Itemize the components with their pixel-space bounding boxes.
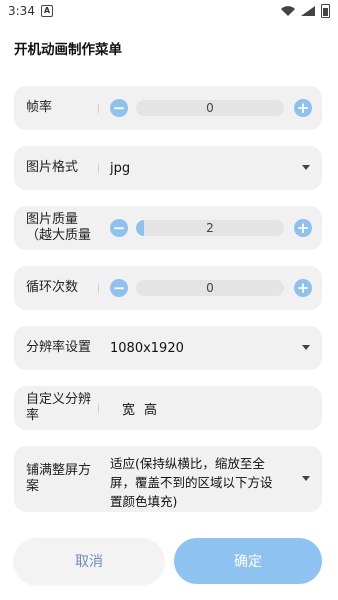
custom-resolution-label: 自定义分辨 率 bbox=[26, 386, 91, 430]
frame-rate-decrement-button[interactable]: − bbox=[110, 99, 128, 117]
wifi-icon bbox=[281, 6, 295, 16]
fill-screen-label: 铺满整屏方 案 bbox=[26, 446, 91, 512]
image-quality-label: 图片质量 （越大质量 bbox=[26, 206, 91, 250]
image-quality-row: 图片质量 （越大质量 − 2 + bbox=[14, 206, 322, 250]
resolution-label: 分辨率设置 bbox=[26, 340, 92, 355]
custom-resolution-row: 自定义分辨 率 宽 高 bbox=[14, 386, 322, 430]
image-quality-decrement-button[interactable]: − bbox=[110, 219, 128, 237]
chevron-down-icon[interactable] bbox=[302, 345, 310, 350]
image-format-select[interactable]: jpg bbox=[110, 146, 130, 190]
frame-rate-row: 帧率 − 0 + bbox=[14, 86, 322, 130]
image-quality-label-line2: （越大质量 bbox=[26, 228, 92, 243]
image-quality-increment-button[interactable]: + bbox=[294, 219, 312, 237]
fill-screen-row[interactable]: 铺满整屏方 案 适应(保持纵横比，缩放至全 屏，覆盖不到的区域以下方设 置颜色填… bbox=[14, 446, 322, 512]
image-format-row[interactable]: 图片格式 jpg bbox=[14, 146, 322, 190]
battery-icon bbox=[321, 4, 330, 18]
frame-rate-label: 帧率 bbox=[26, 100, 53, 115]
fill-screen-label-line2: 案 bbox=[26, 479, 40, 494]
cancel-button[interactable]: 取消 bbox=[14, 538, 164, 584]
fill-screen-value-line2: 屏，覆盖不到的区域以下方设 bbox=[110, 475, 273, 490]
status-bar: 3:34 A bbox=[0, 0, 338, 22]
fill-screen-select[interactable]: 适应(保持纵横比，缩放至全 屏，覆盖不到的区域以下方设 置颜色填充) bbox=[110, 454, 300, 512]
divider bbox=[98, 404, 99, 413]
custom-width-input[interactable]: 宽 bbox=[122, 386, 135, 430]
frame-rate-stepper[interactable]: 0 bbox=[136, 100, 284, 116]
app-notification-icon: A bbox=[40, 5, 53, 17]
image-quality-stepper[interactable]: 2 bbox=[136, 220, 284, 236]
image-quality-label-line1: 图片质量 bbox=[26, 212, 79, 227]
fill-screen-value-line3: 置颜色填充) bbox=[110, 494, 178, 509]
resolution-row[interactable]: 分辨率设置 1080x1920 bbox=[14, 326, 322, 370]
signal-icon bbox=[301, 6, 315, 16]
fill-screen-label-line1: 铺满整屏方 bbox=[26, 463, 92, 478]
custom-resolution-label-line2: 率 bbox=[26, 408, 40, 423]
image-quality-value: 2 bbox=[206, 221, 214, 235]
status-time: 3:34 bbox=[8, 4, 35, 18]
divider bbox=[98, 104, 99, 113]
loop-count-row: 循环次数 − 0 + bbox=[14, 266, 322, 310]
page-title: 开机动画制作菜单 bbox=[14, 42, 122, 58]
loop-count-stepper[interactable]: 0 bbox=[136, 280, 284, 296]
stepper-thumb[interactable] bbox=[136, 220, 144, 236]
resolution-select[interactable]: 1080x1920 bbox=[110, 326, 184, 370]
loop-count-decrement-button[interactable]: − bbox=[110, 279, 128, 297]
image-format-label: 图片格式 bbox=[26, 160, 79, 175]
fill-screen-value-line1: 适应(保持纵横比，缩放至全 bbox=[110, 456, 265, 471]
loop-count-label: 循环次数 bbox=[26, 280, 79, 295]
confirm-button[interactable]: 确定 bbox=[174, 538, 322, 584]
custom-resolution-label-line1: 自定义分辨 bbox=[26, 392, 92, 407]
frame-rate-value: 0 bbox=[206, 101, 214, 115]
divider bbox=[98, 164, 99, 173]
frame-rate-increment-button[interactable]: + bbox=[294, 99, 312, 117]
custom-height-input[interactable]: 高 bbox=[144, 386, 157, 430]
loop-count-value: 0 bbox=[206, 281, 214, 295]
chevron-down-icon[interactable] bbox=[302, 476, 310, 481]
divider bbox=[98, 284, 99, 293]
chevron-down-icon[interactable] bbox=[302, 165, 310, 170]
loop-count-increment-button[interactable]: + bbox=[294, 279, 312, 297]
